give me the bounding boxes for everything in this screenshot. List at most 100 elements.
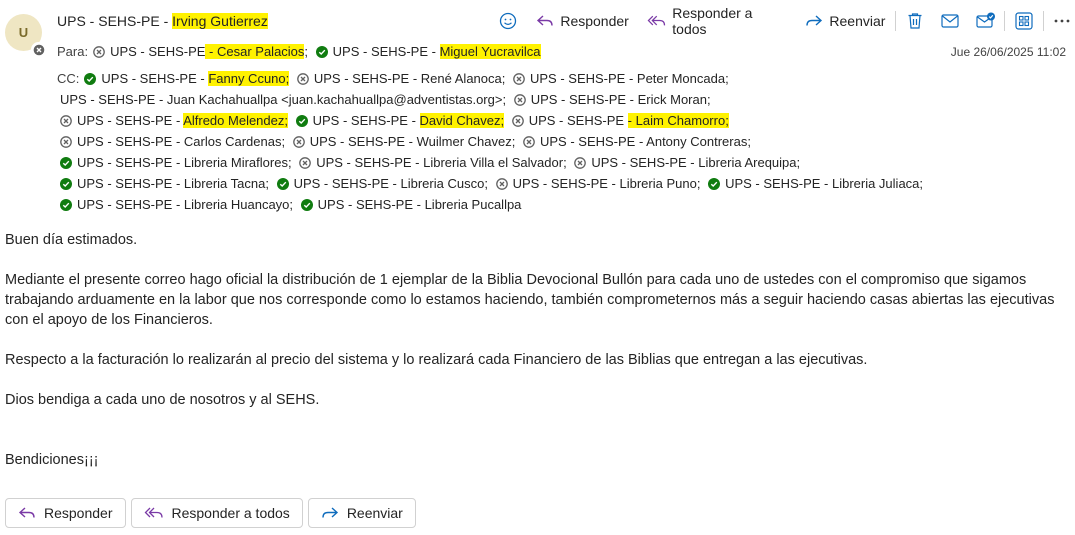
recipient-name: UPS - SEHS-PE - Libreria Pucallpa xyxy=(317,197,522,212)
recipient[interactable]: UPS - SEHS-PE - René Alanoca; xyxy=(297,71,505,86)
reply-icon xyxy=(537,15,554,26)
to-label: Para: xyxy=(57,44,89,59)
recipient-name: UPS - SEHS-PE - Erick Moran xyxy=(530,92,707,107)
recipient[interactable]: UPS - SEHS-PE - Cesar Palacios; xyxy=(93,44,308,59)
message-date: Jue 26/06/2025 11:02 xyxy=(950,45,1066,59)
available-status-icon xyxy=(276,178,289,190)
recipient[interactable]: UPS - SEHS-PE - Libreria Pucallpa xyxy=(300,197,522,212)
cc-recipients-line: UPS - SEHS-PE - Libreria Miraflores; UPS… xyxy=(60,153,804,173)
delete-button[interactable] xyxy=(902,8,927,34)
cc-recipients-line: UPS - SEHS-PE - Libreria Huancayo; UPS -… xyxy=(60,195,525,215)
recipient[interactable]: UPS - SEHS-PE - Libreria Miraflores; xyxy=(60,155,292,170)
toolbar-divider xyxy=(1004,11,1006,31)
recipient[interactable]: UPS - SEHS-PE - Libreria Juliaca; xyxy=(708,176,923,191)
forward-icon xyxy=(806,15,823,26)
message-toolbar: Responder Responder a todos Reenviar xyxy=(495,5,1075,37)
offline-status-icon xyxy=(297,73,309,85)
recipient[interactable]: UPS - SEHS-PE - Libreria Arequipa; xyxy=(574,155,800,170)
available-status-icon xyxy=(315,46,328,58)
bottom-forward-label: Reenviar xyxy=(346,505,403,521)
offline-status-icon xyxy=(513,94,526,106)
smiley-icon xyxy=(499,12,516,30)
recipient-highlight: - Cesar Palacios xyxy=(205,44,305,59)
more-actions-button[interactable] xyxy=(1050,8,1075,34)
apps-button[interactable] xyxy=(1011,8,1036,34)
recipient-name: UPS - SEHS-PE xyxy=(528,113,628,128)
reply-all-button[interactable]: Responder a todos xyxy=(643,5,792,37)
reply-label: Responder xyxy=(560,13,629,29)
bottom-actions: Responder Responder a todos Reenviar xyxy=(5,498,416,528)
recipient-name: UPS - SEHS-PE - xyxy=(332,44,440,59)
recipient-name: UPS - SEHS-PE - xyxy=(312,113,420,128)
sender-line[interactable]: UPS - SEHS-PE - Irving Gutierrez xyxy=(57,11,268,31)
offline-status-icon xyxy=(511,115,524,127)
bottom-reply-all-label: Responder a todos xyxy=(171,505,290,521)
recipient-name: UPS - SEHS-PE - Libreria Villa el Salvad… xyxy=(316,155,564,170)
toolbar-divider xyxy=(895,11,897,31)
emoji-reaction-button[interactable] xyxy=(495,8,520,34)
mark-unread-button[interactable] xyxy=(938,8,963,34)
available-status-icon xyxy=(300,199,313,211)
sender-name: Irving Gutierrez xyxy=(172,13,268,29)
body-paragraph-3: Dios bendiga a cada uno de nosotros y al… xyxy=(5,392,320,408)
offline-status-icon xyxy=(60,136,72,148)
body-paragraph-1: Mediante el presente correo hago oficial… xyxy=(5,272,1055,328)
bottom-forward-button[interactable]: Reenviar xyxy=(307,498,416,528)
recipient[interactable]: UPS - SEHS-PE - Erick Moran; xyxy=(513,92,711,107)
recipient[interactable]: UPS - SEHS-PE - Miguel Yucravilca xyxy=(315,44,541,59)
reply-all-icon xyxy=(144,507,163,518)
recipient[interactable]: UPS - SEHS-PE - Libreria Tacna; xyxy=(60,176,269,191)
bottom-reply-button[interactable]: Responder xyxy=(5,498,126,528)
body-greeting: Buen día estimados. xyxy=(5,232,138,248)
presence-blocked-icon xyxy=(31,42,46,57)
available-status-icon xyxy=(295,115,308,127)
cc-recipients-line: UPS - SEHS-PE - Juan Kachahuallpa <juan.… xyxy=(60,90,715,110)
recipient[interactable]: UPS - SEHS-PE - Carlos Cardenas; xyxy=(60,134,285,149)
recipient[interactable]: UPS - SEHS-PE - David Chavez; xyxy=(295,113,505,128)
message-body: Buen día estimados. Mediante el presente… xyxy=(5,230,1060,470)
offline-status-icon xyxy=(495,178,508,190)
offline-status-icon xyxy=(574,157,587,169)
available-status-icon xyxy=(84,73,97,85)
recipient[interactable]: UPS - SEHS-PE - Juan Kachahuallpa <juan.… xyxy=(60,92,506,107)
recipient[interactable]: UPS - SEHS-PE - Wuilmer Chavez; xyxy=(292,134,515,149)
offline-status-icon xyxy=(93,46,105,58)
recipient-highlight: Fanny Ccuno; xyxy=(208,71,290,86)
recipient[interactable]: UPS - SEHS-PE - Libreria Cusco; xyxy=(276,176,488,191)
recipient[interactable]: UPS - SEHS-PE - Laim Chamorro; xyxy=(511,113,729,128)
recipient-name: UPS - SEHS-PE - Libreria Juliaca xyxy=(725,176,920,191)
recipient[interactable]: UPS - SEHS-PE - Peter Moncada; xyxy=(513,71,729,86)
cc-recipients-line: UPS - SEHS-PE - Alfredo Melendez; UPS - … xyxy=(60,111,733,131)
forward-icon xyxy=(322,507,338,518)
recipient[interactable]: UPS - SEHS-PE - Libreria Villa el Salvad… xyxy=(299,155,567,170)
recipient-name: UPS - SEHS-PE - Libreria Arequipa xyxy=(591,155,797,170)
reply-button[interactable]: Responder xyxy=(532,8,633,34)
recipient-highlight: - Laim Chamorro; xyxy=(627,113,729,128)
more-horizontal-icon xyxy=(1054,19,1070,23)
recipient[interactable]: UPS - SEHS-PE - Fanny Ccuno; xyxy=(84,71,290,86)
recipient-name: UPS - SEHS-PE - Libreria Huancayo xyxy=(77,197,290,212)
offline-status-icon xyxy=(299,157,312,169)
forward-label: Reenviar xyxy=(829,13,886,29)
offline-status-icon xyxy=(513,73,525,85)
bottom-reply-all-button[interactable]: Responder a todos xyxy=(130,498,303,528)
body-paragraph-2: Respecto a la facturación lo realizarán … xyxy=(5,352,868,368)
recipient-name: UPS - SEHS-PE - René Alanoca xyxy=(313,71,502,86)
offline-status-icon xyxy=(292,136,305,148)
flag-message-button[interactable] xyxy=(973,8,998,34)
trash-icon xyxy=(908,13,922,29)
recipient[interactable]: UPS - SEHS-PE - Libreria Puno; xyxy=(495,176,700,191)
recipient[interactable]: UPS - SEHS-PE - Alfredo Melendez; xyxy=(60,113,288,128)
recipient[interactable]: UPS - SEHS-PE - Libreria Huancayo; xyxy=(60,197,293,212)
recipient-name: UPS - SEHS-PE - Libreria Tacna xyxy=(77,176,266,191)
recipient-separator: ; xyxy=(725,71,729,86)
envelope-check-icon xyxy=(976,12,995,28)
forward-button[interactable]: Reenviar xyxy=(801,8,889,34)
avatar-initial: U xyxy=(18,25,29,40)
recipient-name: UPS - SEHS-PE - Wuilmer Chavez xyxy=(309,134,512,149)
recipient[interactable]: UPS - SEHS-PE - Antony Contreras; xyxy=(523,134,751,149)
recipient-highlight: Miguel Yucravilca xyxy=(439,44,541,59)
recipient-name: UPS - SEHS-PE - Libreria Miraflores xyxy=(77,155,288,170)
recipient-name: UPS - SEHS-PE - xyxy=(101,71,209,86)
recipient-name: UPS - SEHS-PE - Carlos Cardenas xyxy=(77,134,282,149)
